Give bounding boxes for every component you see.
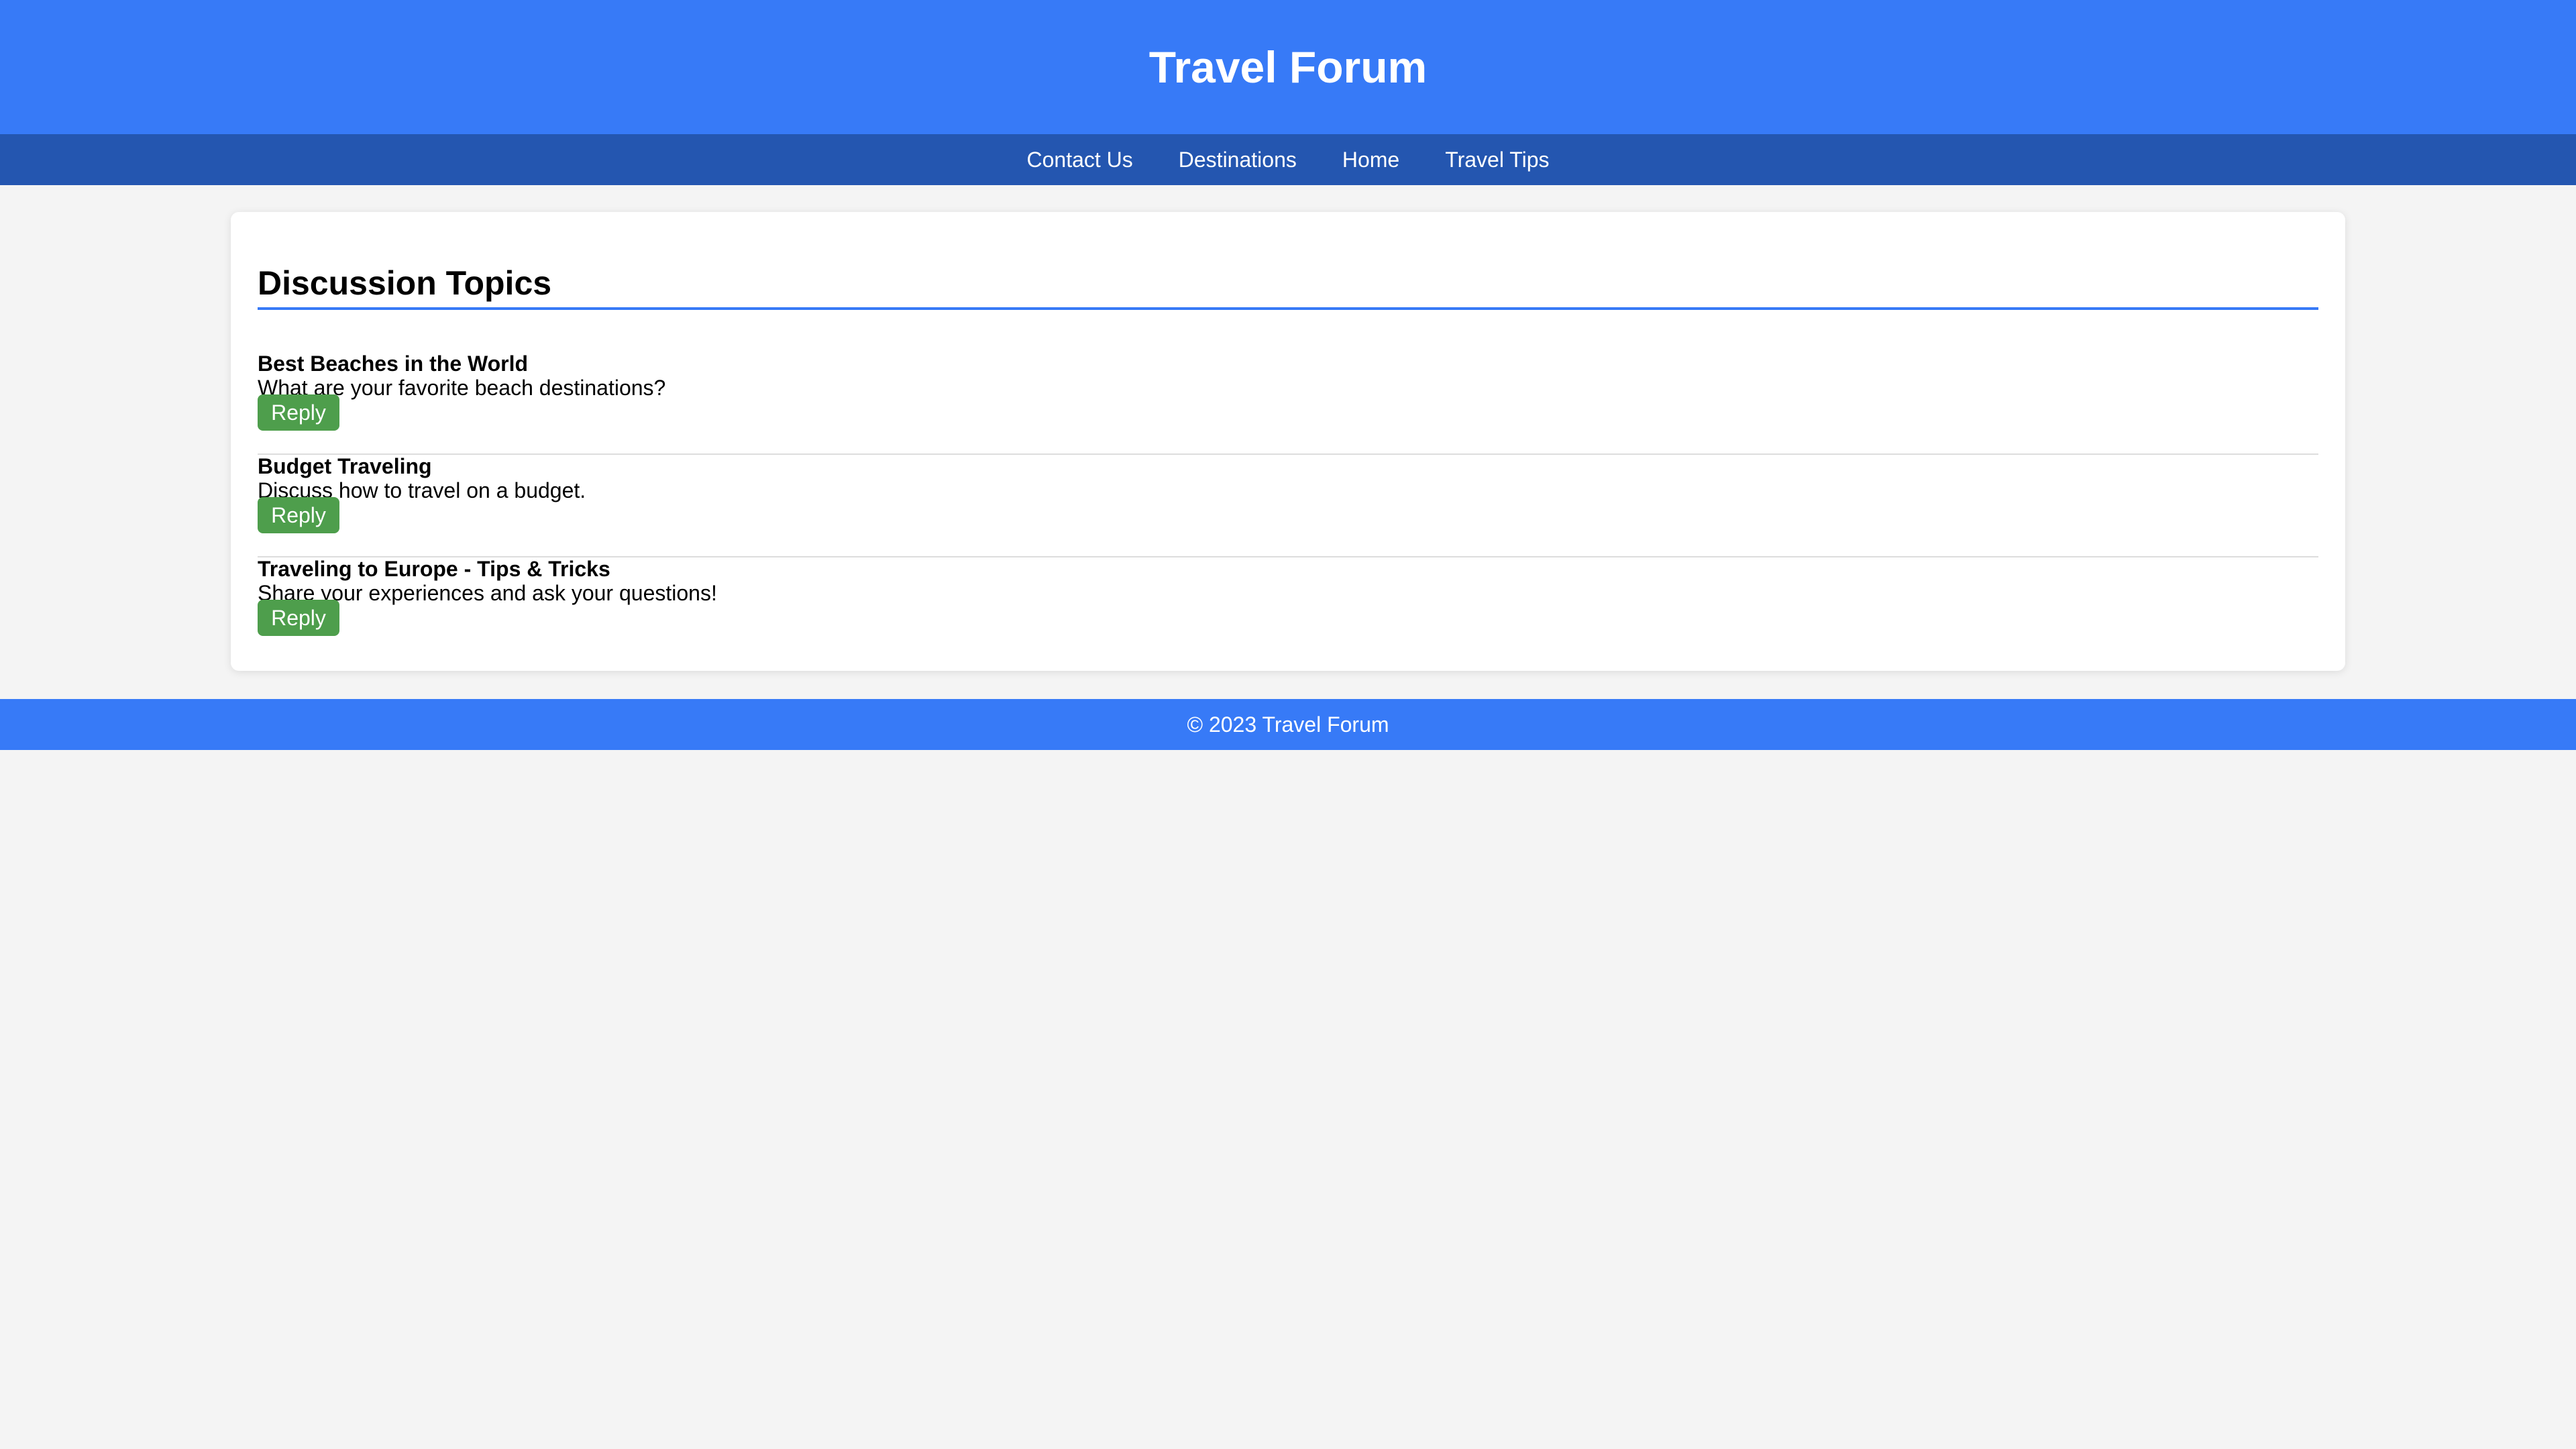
site-header: Travel Forum: [0, 0, 2576, 134]
section-title: Discussion Topics: [258, 263, 2318, 310]
topic-item: Budget Traveling Discuss how to travel o…: [258, 454, 2318, 557]
nav-link-destinations[interactable]: Destinations: [1179, 149, 1297, 170]
topic-item: Traveling to Europe - Tips & Tricks Shar…: [258, 557, 2318, 659]
topic-title: Traveling to Europe - Tips & Tricks: [258, 557, 610, 581]
nav-link-travel-tips[interactable]: Travel Tips: [1445, 149, 1549, 170]
reply-button[interactable]: Reply: [258, 394, 339, 431]
reply-button[interactable]: Reply: [258, 600, 339, 636]
nav-link-home[interactable]: Home: [1342, 149, 1399, 170]
nav-bar: Contact Us Destinations Home Travel Tips: [0, 134, 2576, 185]
topic-item: Best Beaches in the World What are your …: [258, 352, 2318, 455]
site-title: Travel Forum: [1148, 42, 1428, 92]
topic-title: Budget Traveling: [258, 454, 432, 478]
discussion-card: Discussion Topics Best Beaches in the Wo…: [231, 212, 2345, 671]
site-footer: © 2023 Travel Forum: [0, 699, 2576, 750]
reply-button[interactable]: Reply: [258, 497, 339, 533]
topic-title: Best Beaches in the World: [258, 352, 529, 376]
footer-copyright: © 2023 Travel Forum: [1187, 712, 1389, 737]
nav-link-contact-us[interactable]: Contact Us: [1026, 149, 1132, 170]
